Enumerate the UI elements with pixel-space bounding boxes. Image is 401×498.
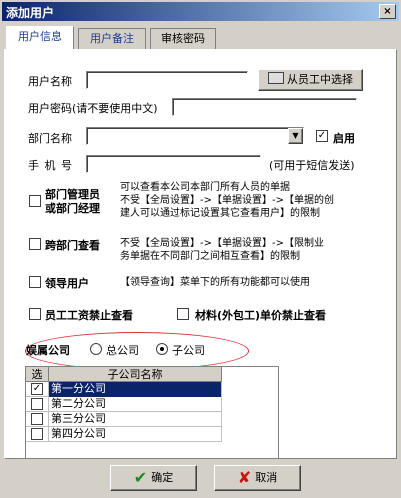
username-input[interactable] — [86, 71, 248, 89]
no-wage-checkbox[interactable] — [29, 308, 41, 320]
enable-label: 启用 — [333, 132, 355, 145]
chevron-down-icon[interactable]: ▼ — [288, 128, 303, 144]
dept-label: 部门名称 — [28, 132, 72, 145]
password-label: 用户密码(请不要使用中文) — [28, 102, 158, 115]
cross-dept-label: 跨部门查看 — [45, 239, 100, 252]
row-name[interactable]: 第二分公司 — [49, 397, 222, 412]
row-name[interactable]: 第三分公司 — [49, 412, 222, 427]
leader-checkbox[interactable] — [29, 276, 41, 288]
dept-manager-desc-2: 不受【全局设置】->【单据设置】->【单据的创 — [120, 195, 334, 206]
phone-label: 手 机 号 — [28, 159, 72, 172]
tab-user-info-label: 用户信息 — [18, 30, 62, 43]
password-input[interactable] — [172, 98, 357, 116]
row-name[interactable]: 第四分公司 — [49, 427, 222, 442]
dept-manager-checkbox[interactable] — [29, 195, 41, 207]
tab-audit-password-label: 审核密码 — [161, 32, 205, 45]
close-button[interactable]: × — [379, 4, 396, 19]
window-title: 添加用户 — [6, 6, 55, 20]
phone-hint: (可用于短信发送) — [269, 159, 355, 172]
ok-button[interactable]: ✔ 确定 — [110, 465, 197, 491]
radio-head-company[interactable] — [90, 343, 102, 355]
checkmark-icon: ✔ — [133, 468, 148, 487]
table-row[interactable]: 第四分公司 — [26, 427, 222, 442]
phone-input[interactable] — [86, 155, 261, 173]
no-material-price-label: 材料(外包工)单价禁止查看 — [195, 309, 327, 322]
ok-label: 确定 — [151, 471, 174, 484]
leader-label: 领导用户 — [45, 277, 89, 290]
table-row[interactable]: 第二分公司 — [26, 397, 222, 412]
company-label: 娱属公司 — [26, 344, 70, 357]
radio-sub-company[interactable] — [156, 343, 168, 355]
tab-user-remark-label: 用户备注 — [90, 32, 134, 45]
cancel-button[interactable]: ✘ 取消 — [214, 465, 301, 491]
cross-dept-checkbox[interactable] — [29, 238, 41, 250]
dept-select[interactable]: ▼ — [86, 127, 304, 145]
cancel-label: 取消 — [255, 471, 278, 484]
title-bar[interactable]: 添加用户 × — [2, 2, 399, 21]
row-checkbox[interactable] — [31, 428, 43, 440]
col-header-name[interactable]: 子公司名称 — [49, 367, 222, 382]
username-label: 用户名称 — [28, 75, 72, 88]
tab-user-remark[interactable]: 用户备注 — [78, 28, 146, 49]
cross-dept-desc-1: 不受【全局设置】->【单据设置】->【限制业 — [120, 238, 324, 249]
row-checkbox[interactable] — [31, 398, 43, 410]
dept-manager-label-2: 或部门经理 — [45, 202, 100, 215]
cross-dept-desc-2: 务单据在不同部门之间相互查看】的限制 — [120, 251, 300, 262]
row-checkbox[interactable] — [31, 413, 43, 425]
tab-audit-password[interactable]: 审核密码 — [150, 28, 216, 49]
table-row[interactable]: ✓ 第一分公司 — [26, 382, 222, 397]
leader-desc: 【领导查询】菜单下的所有功能都可以使用 — [120, 277, 310, 288]
employee-card-icon — [268, 72, 284, 84]
table-row[interactable]: 第三分公司 — [26, 412, 222, 427]
radio-sub-company-label: 子公司 — [172, 344, 205, 357]
no-wage-label: 员工工资禁止查看 — [45, 309, 133, 322]
user-info-panel: 用户名称 从员工中选择 用户密码(请不要使用中文) 部门名称 ▼ ✓ 启用 手 … — [4, 49, 397, 459]
enable-checkbox[interactable]: ✓ — [316, 130, 328, 142]
radio-head-company-label: 总公司 — [106, 344, 139, 357]
no-material-price-checkbox[interactable] — [177, 308, 189, 320]
dept-manager-desc-3: 建人可以通过标记设置其它查看用户】的限制 — [120, 208, 320, 219]
cross-icon: ✘ — [237, 468, 252, 487]
select-from-employee-label: 从员工中选择 — [287, 73, 353, 86]
dept-manager-desc-1: 可以查看本公司本部门所有人员的单据 — [120, 182, 290, 193]
col-header-select[interactable]: 选 — [26, 367, 49, 382]
row-checkbox[interactable]: ✓ — [31, 383, 43, 395]
add-user-dialog: 添加用户 × 用户信息 用户备注 审核密码 用户名称 从员工中选择 用户密码(请… — [0, 0, 401, 498]
select-from-employee-button[interactable]: 从员工中选择 — [258, 69, 363, 91]
row-name[interactable]: 第一分公司 — [49, 382, 222, 397]
tab-user-info[interactable]: 用户信息 — [6, 26, 74, 50]
sub-company-grid[interactable]: 选 子公司名称 ✓ 第一分公司 第二分公司 第三分公司 第四分公司 — [25, 366, 279, 459]
